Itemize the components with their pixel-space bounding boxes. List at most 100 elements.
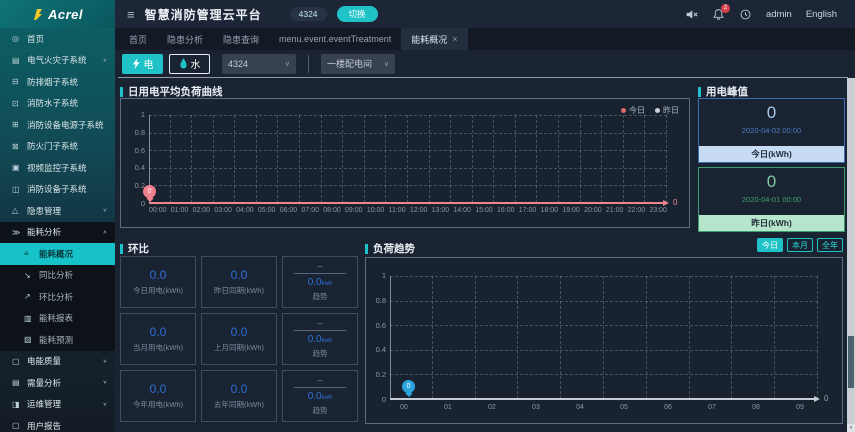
chevron-down-icon: ∨: [102, 402, 107, 408]
trend-top-value: --: [294, 319, 346, 331]
sidebar-subitem[interactable]: ↘ 同比分析: [0, 265, 115, 287]
range-button[interactable]: 本月: [787, 238, 813, 252]
y-axis-labels: 1 0.8 0.6 0.4 0.2 0: [370, 271, 386, 404]
peak-card: 0 2020-04-01 00:00 昨日(kWh): [698, 167, 845, 232]
stat-value: 0.0: [230, 382, 248, 396]
sidebar-subitem[interactable]: ▧ 能耗预测: [0, 329, 115, 351]
tab[interactable]: 隐患查询: [213, 28, 269, 50]
sidebar-item[interactable]: ▣ 视频监控子系统: [0, 157, 115, 179]
y-tick: 0.4: [134, 163, 145, 173]
x-tick: 07:00: [301, 207, 319, 214]
yoy-analysis-icon: ↘: [24, 270, 31, 280]
sidebar-menu-top: ◎ 首页 ▤ 电气火灾子系统 ∨ ⊟ 防排烟子系统 ⊡ 消防水子系统 ⊞ 消防设…: [0, 28, 115, 243]
stat-value: 0.0kwh: [307, 277, 333, 288]
electric-filter-button[interactable]: 电: [122, 53, 163, 74]
stat-value: 0.0: [230, 268, 248, 282]
sidebar-item[interactable]: ⊟ 防排烟子系统: [0, 71, 115, 93]
x-tick: 09: [796, 404, 804, 411]
sidebar-subitem[interactable]: ▥ 能耗报表: [0, 308, 115, 330]
range-button[interactable]: 今日: [757, 238, 783, 252]
peak-date: 2020-04-01 00:00: [741, 195, 802, 204]
sidebar-item[interactable]: ▢ 电能质量 ∨: [0, 351, 115, 373]
room-select[interactable]: 一楼配电间: [321, 53, 395, 74]
peak-cards: 0 2020-04-02 00:00 今日(kWh) 0 2020-04-01 …: [698, 98, 845, 236]
x-tick: 09:00: [345, 207, 363, 214]
page-title: 智慧消防管理云平台: [144, 7, 262, 22]
bell-icon[interactable]: 2: [712, 3, 730, 21]
y-tick: 0.8: [375, 295, 386, 305]
language-switch[interactable]: English: [806, 9, 837, 20]
range-button[interactable]: 全年: [817, 238, 843, 252]
tab[interactable]: 隐患分析: [157, 28, 213, 50]
sidebar-item[interactable]: ⊡ 消防水子系统: [0, 93, 115, 115]
switch-button[interactable]: 切换: [336, 6, 378, 22]
stat-card: 0.0 今日用电(kWh): [120, 256, 196, 308]
x-tick: 01: [444, 404, 452, 411]
brand-logo: Acrel: [0, 0, 115, 28]
sidebar-subitem[interactable]: ↗ 环比分析: [0, 286, 115, 308]
sidebar-item[interactable]: ⊞ 消防设备电源子系统: [0, 114, 115, 136]
x-tick: 22:00: [627, 207, 646, 214]
water-drop-icon: [179, 58, 187, 69]
scrollbar: [847, 78, 855, 432]
close-tab-icon[interactable]: [452, 34, 457, 44]
axis-end-label: 0: [824, 394, 829, 403]
x-tick: 20:00: [584, 207, 602, 214]
sidebar-item[interactable]: ◫ 消防设备子系统: [0, 179, 115, 201]
x-tick: 00:00: [149, 207, 167, 214]
chevron-down-icon: ∨: [102, 208, 107, 214]
x-tick: 06:00: [279, 207, 298, 214]
load-trend-chart: 1 0.8 0.6 0.4 0.2 0 0 0 00 01 02 03 04 05 06 07 08 09: [365, 257, 843, 424]
fire-power-icon: ⊞: [12, 120, 19, 130]
scrollbar-down-button[interactable]: [847, 424, 855, 432]
station-select[interactable]: 4324: [222, 53, 296, 74]
sidebar-item[interactable]: ▤ 需量分析 ∨: [0, 372, 115, 394]
water-filter-button[interactable]: 水: [169, 53, 210, 74]
chevron-down-icon: [285, 60, 290, 68]
mute-speaker-icon[interactable]: [685, 8, 698, 21]
stat-card: -- 0.0kwh 趋势: [282, 256, 358, 308]
fire-door-icon: ⊠: [12, 141, 19, 151]
clock-icon[interactable]: [739, 8, 752, 21]
sidebar-item[interactable]: ⊠ 防火门子系统: [0, 136, 115, 158]
y-tick: 1: [381, 271, 386, 280]
x-tick: 08: [752, 404, 760, 411]
tab[interactable]: 首页: [119, 28, 157, 50]
daily-load-chart-title: 日用电平均负荷曲线: [120, 84, 223, 99]
tab-label: menu.event.eventTreatment: [279, 34, 392, 44]
x-tick: 07: [708, 404, 716, 411]
sidebar-item[interactable]: ◨ 运维管理 ∨: [0, 394, 115, 416]
sidebar-item[interactable]: ▤ 电气火灾子系统 ∨: [0, 50, 115, 72]
stat-label: 今日用电(kWh): [133, 286, 183, 295]
peak-value: 0: [766, 103, 777, 122]
scrollbar-thumb[interactable]: [848, 336, 854, 388]
sidebar-item[interactable]: ▢ 用户报告: [0, 415, 115, 432]
divider: [308, 54, 309, 73]
bolt-icon: [132, 58, 140, 69]
station-select-value: 4324: [228, 58, 249, 69]
sidebar-menu-bottom: ▢ 电能质量 ∨ ▤ 需量分析 ∨ ◨ 运维管理 ∨ ▢ 用户报告: [0, 351, 115, 432]
x-tick: 03: [532, 404, 540, 411]
y-tick: 0.6: [134, 145, 145, 155]
filter-bar: 电 水 4324 一楼配电间: [115, 50, 855, 77]
x-axis-line: [149, 200, 669, 206]
stat-value: 0.0: [149, 325, 167, 339]
user-menu[interactable]: admin: [766, 9, 792, 20]
peak-label: 昨日(kWh): [699, 215, 844, 231]
collapse-menu-icon[interactable]: [127, 7, 135, 22]
daily-load-chart: 今日 昨日 1 0.8 0.6 0.4 0.2 0 0 0 00:00 01:00 02:00…: [120, 98, 690, 228]
chevron-down-icon: ∨: [102, 380, 107, 386]
station-badge: 4324: [289, 7, 327, 21]
x-tick: 00: [400, 404, 408, 411]
chevron-down-icon: ∨: [102, 359, 107, 365]
y-tick: 1: [140, 110, 145, 119]
tab[interactable]: menu.event.eventTreatment: [269, 28, 401, 50]
sidebar-item[interactable]: △ 隐患管理 ∨: [0, 200, 115, 222]
tab[interactable]: 能耗概况: [401, 28, 468, 50]
sidebar-subitem[interactable]: ≡ 能耗概况: [0, 243, 115, 265]
tab-label: 首页: [129, 34, 148, 45]
sidebar-item[interactable]: ≫ 能耗分析 ∧: [0, 221, 115, 243]
stat-label: 今年用电(kWh): [133, 400, 183, 409]
tab-label: 隐患查询: [223, 34, 260, 45]
sidebar-item[interactable]: ◎ 首页: [0, 28, 115, 50]
